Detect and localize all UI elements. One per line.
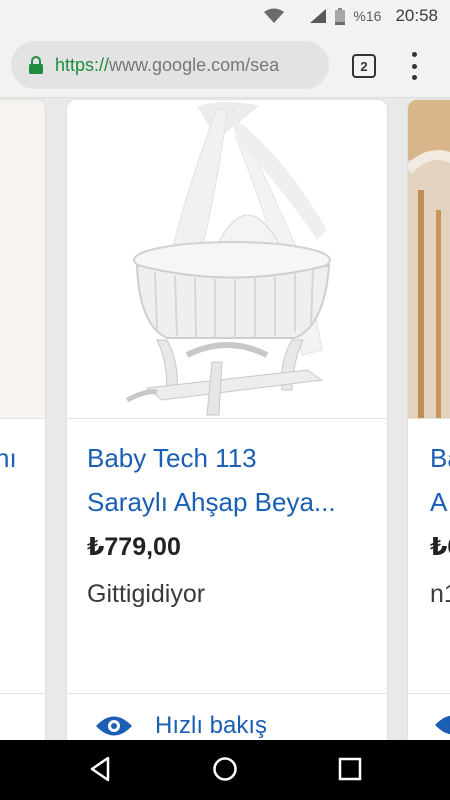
url-scheme: https:// (55, 54, 110, 75)
home-icon[interactable] (212, 756, 238, 782)
product-price: ₺779,00 (87, 533, 181, 561)
product-image[interactable] (408, 100, 450, 418)
menu-dot (411, 63, 417, 69)
divider (67, 693, 387, 694)
wifi-icon (264, 8, 285, 23)
divider (0, 418, 45, 419)
merchant-name: n1 (430, 580, 450, 608)
status-bar: %16 20:58 (0, 0, 450, 32)
address-bar[interactable]: https://www.google.com/sea (11, 41, 329, 89)
recents-icon[interactable] (338, 756, 362, 782)
eye-icon[interactable] (434, 712, 450, 738)
product-image[interactable] (67, 100, 387, 418)
product-title-line1: Ba (430, 443, 450, 473)
overflow-menu-button[interactable] (404, 52, 424, 80)
product-title[interactable]: Ba A (430, 436, 450, 524)
product-card-next[interactable]: Ba A ₺6 n1 (407, 99, 450, 740)
screen: %16 20:58 https://www.google.com/sea 2 n… (0, 0, 450, 800)
system-navigation-bar (0, 740, 450, 800)
clock: 20:58 (395, 6, 438, 25)
menu-dot (411, 52, 417, 57)
product-carousel[interactable]: nı (0, 99, 450, 740)
product-price: ₺6 (430, 533, 450, 561)
divider (408, 693, 450, 694)
back-icon[interactable] (88, 756, 112, 782)
product-title[interactable]: nı (0, 436, 17, 480)
cradle-illustration (125, 102, 331, 416)
battery-icon (335, 7, 346, 25)
status-icons: %16 20:58 (263, 0, 438, 32)
address-text: https://www.google.com/sea (55, 55, 279, 76)
product-card-previous[interactable]: nı (0, 99, 46, 740)
product-image[interactable] (0, 100, 45, 418)
product-card[interactable]: Baby Tech 113 Saraylı Ahşap Beya... ₺779… (66, 99, 388, 740)
menu-dot (411, 75, 417, 80)
product-title[interactable]: Baby Tech 113 Saraylı Ahşap Beya... (87, 436, 377, 524)
product-title-line2: Saraylı Ahşap Beya... (87, 487, 336, 517)
product-title-line2: A (430, 487, 448, 517)
signal-icon (310, 9, 327, 23)
quick-view-label: Hızlı bakış (155, 712, 268, 739)
tab-switcher-button[interactable]: 2 (352, 54, 376, 78)
tab-count: 2 (360, 58, 368, 74)
product-title-line1: Baby Tech 113 (87, 443, 257, 473)
merchant-name: Gittigidiyor (87, 580, 206, 608)
divider (67, 418, 387, 419)
battery-percent: %16 (353, 8, 382, 24)
eye-icon (96, 716, 132, 736)
lock-icon (29, 56, 43, 74)
url-host: www.google.com/sea (109, 54, 280, 75)
quick-view-button[interactable]: Hızlı bakış (95, 712, 267, 740)
divider (0, 693, 45, 694)
browser-toolbar: https://www.google.com/sea 2 (0, 32, 450, 98)
divider (408, 418, 450, 419)
crib-illustration (408, 100, 450, 418)
